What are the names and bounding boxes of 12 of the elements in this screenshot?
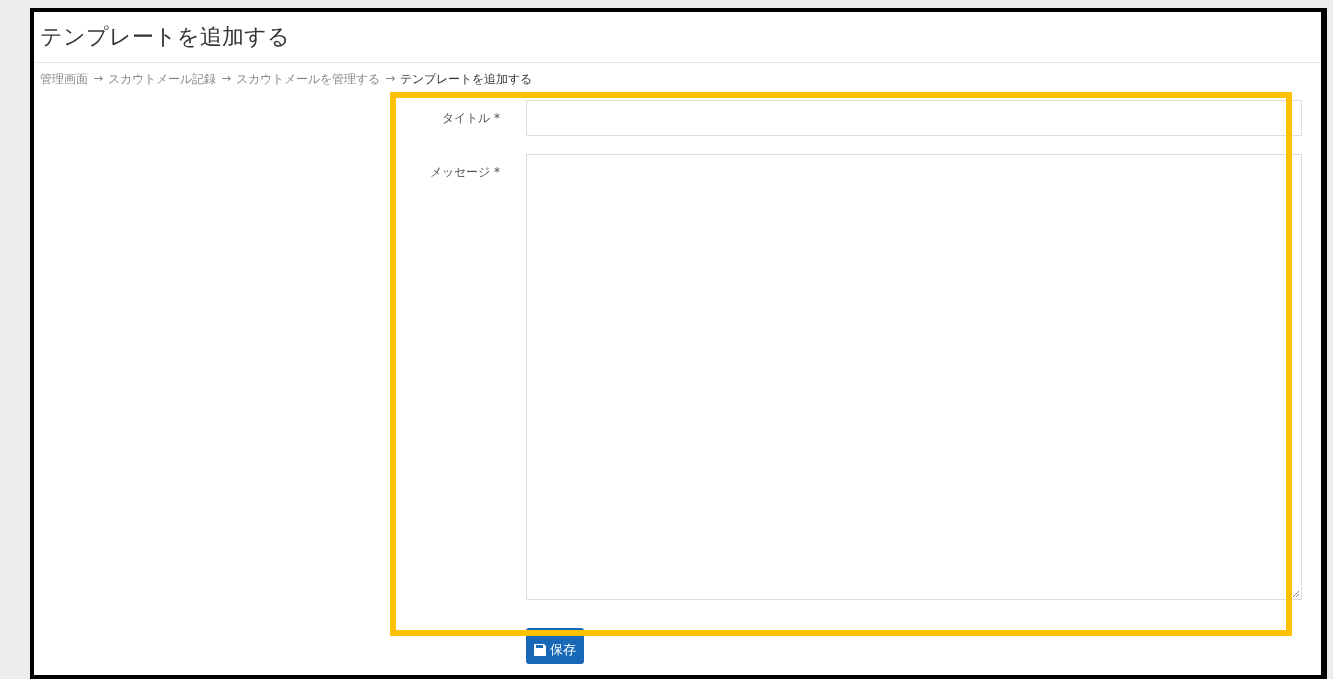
breadcrumb-link[interactable]: スカウトメール記録 — [108, 71, 217, 88]
breadcrumb-separator: → — [93, 71, 104, 87]
breadcrumb-separator: → — [385, 71, 396, 87]
field-label: メッセージ * — [430, 164, 500, 181]
breadcrumb-link[interactable]: スカウトメールを管理する — [236, 71, 381, 88]
breadcrumb-current: テンプレートを追加する — [400, 71, 533, 88]
breadcrumb-link[interactable]: 管理画面 — [40, 71, 88, 88]
resize-grip-icon[interactable] — [1292, 590, 1300, 598]
page-title: テンプレートを追加する — [34, 12, 1321, 63]
title-input[interactable] — [526, 100, 1302, 136]
field-label: タイトル * — [442, 110, 500, 127]
breadcrumb-separator: → — [221, 71, 232, 87]
